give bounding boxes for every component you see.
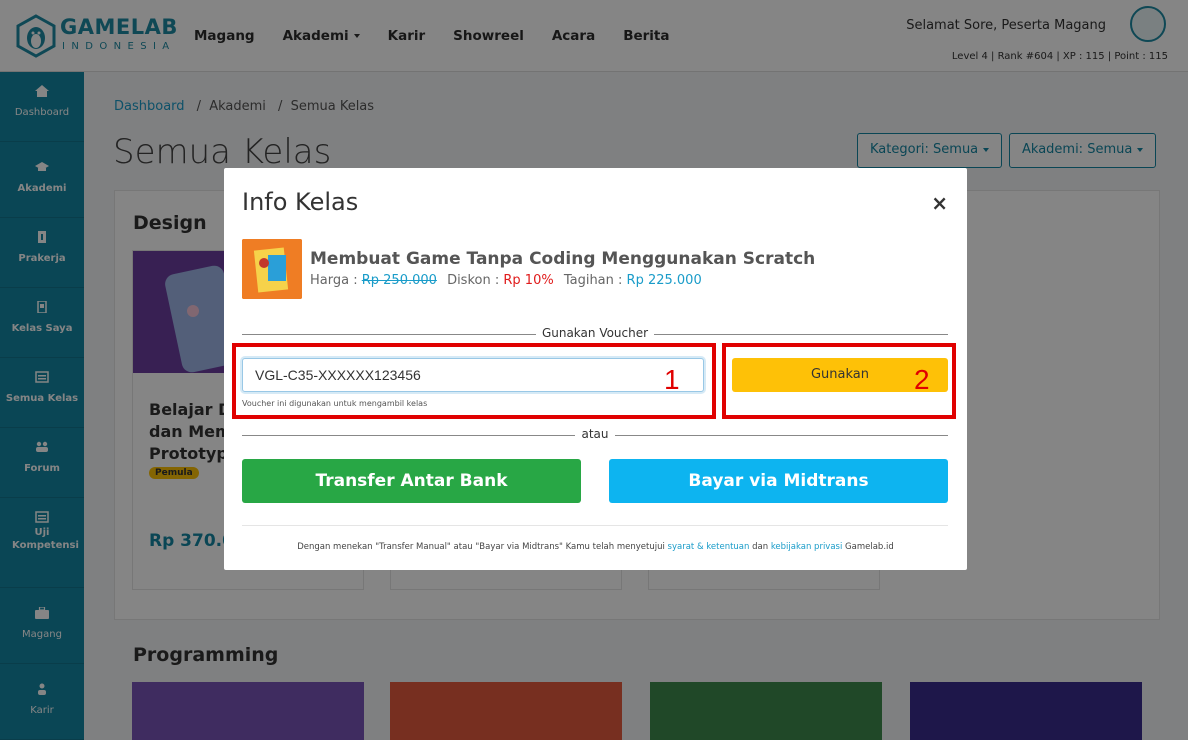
- bill-value: Rp 225.000: [626, 273, 702, 288]
- annotation-box-1: [232, 343, 716, 419]
- course-title: Membuat Game Tanpa Coding Menggunakan Sc…: [310, 249, 816, 269]
- original-price: Rp 250.000: [361, 273, 437, 288]
- discount-label: Diskon :: [447, 273, 500, 288]
- footer-text: dan: [749, 542, 771, 552]
- terms-link[interactable]: syarat & ketentuan: [668, 542, 750, 552]
- price-label: Harga :: [310, 273, 358, 288]
- annotation-number-1: 1: [664, 364, 680, 395]
- discount-value: Rp 10%: [503, 273, 554, 288]
- voucher-divider-label: Gunakan Voucher: [535, 326, 655, 340]
- modal-title: Info Kelas: [242, 188, 359, 216]
- transfer-bank-button[interactable]: Transfer Antar Bank: [242, 459, 581, 503]
- or-divider: atau: [242, 427, 948, 443]
- or-divider-label: atau: [575, 427, 615, 441]
- close-icon[interactable]: ×: [931, 193, 948, 213]
- annotation-number-2: 2: [914, 364, 930, 395]
- divider-label: atau: [242, 427, 948, 441]
- scratch-cover-icon: [242, 239, 302, 299]
- course-thumbnail: [242, 239, 302, 299]
- footer-divider: [242, 525, 948, 526]
- modal-footer-note: Dengan menekan "Transfer Manual" atau "B…: [224, 542, 967, 552]
- privacy-link[interactable]: kebijakan privasi: [771, 542, 843, 552]
- midtrans-button[interactable]: Bayar via Midtrans: [609, 459, 948, 503]
- divider-label: Gunakan Voucher: [242, 326, 948, 340]
- bill-label: Tagihan :: [563, 273, 623, 288]
- footer-text: Gamelab.id: [842, 542, 894, 552]
- footer-text: Dengan menekan "Transfer Manual" atau "B…: [297, 542, 668, 552]
- price-summary: Harga : Rp 250.000 Diskon : Rp 10% Tagih…: [310, 273, 702, 288]
- voucher-divider: Gunakan Voucher: [242, 326, 948, 342]
